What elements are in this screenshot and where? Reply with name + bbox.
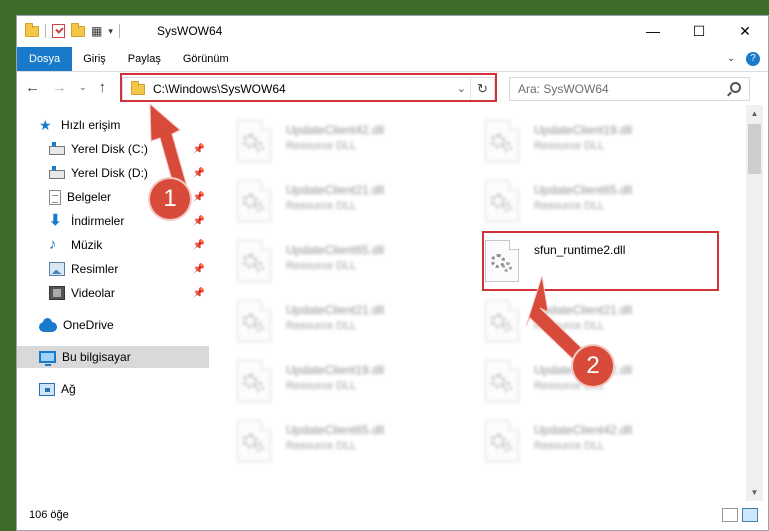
step-2-badge: 2: [573, 346, 613, 386]
annotation-arrows: [149, 102, 591, 367]
step-1-badge: 1: [150, 179, 190, 219]
